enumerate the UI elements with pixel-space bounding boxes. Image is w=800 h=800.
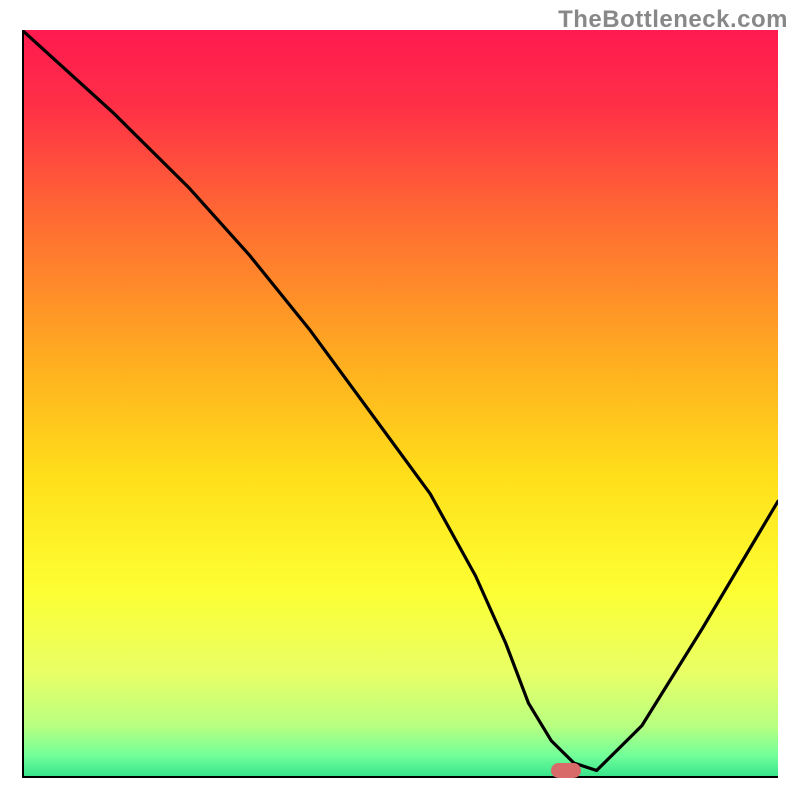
y-axis-line — [22, 30, 24, 778]
x-axis-line — [22, 776, 778, 778]
chart-svg — [22, 30, 778, 778]
plot-area — [22, 30, 778, 778]
chart-background — [22, 30, 778, 778]
optimum-marker — [551, 763, 581, 778]
